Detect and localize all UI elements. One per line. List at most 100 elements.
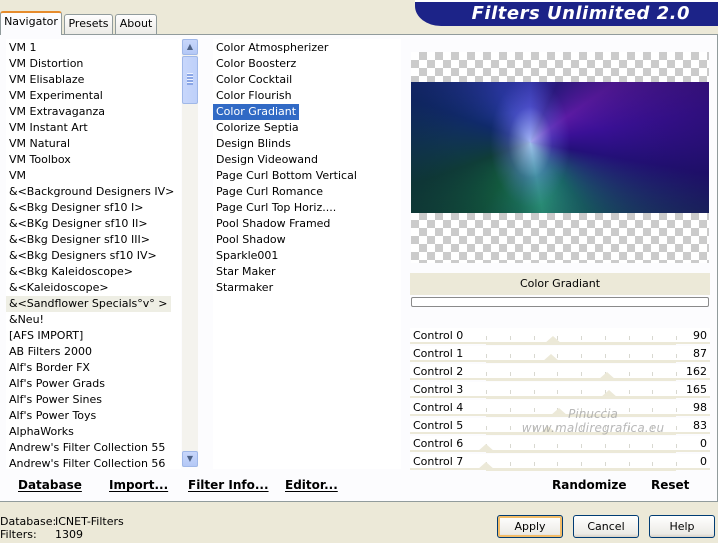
control-label: Control 0 (413, 329, 464, 342)
database-link[interactable]: Database (18, 478, 82, 492)
randomize-button[interactable]: Randomize (552, 478, 626, 492)
category-item[interactable]: VM Elisablaze (6, 72, 87, 88)
title-banner: Filters Unlimited 2.0 (415, 0, 718, 26)
filter-item[interactable]: Star Maker (213, 264, 279, 280)
control-row: Control 6 0 (410, 436, 710, 453)
control-slider[interactable] (486, 397, 676, 399)
filter-item[interactable]: Color Cocktail (213, 72, 295, 88)
chevron-up-icon[interactable]: ▲ (182, 39, 198, 55)
category-item[interactable]: &<Bkg Designers sf10 IV> (6, 248, 160, 264)
control-slider[interactable] (486, 379, 676, 381)
filter-item[interactable]: Design Blinds (213, 136, 294, 152)
filter-item[interactable]: Page Curl Top Horiz.... (213, 200, 339, 216)
filter-item[interactable]: Pool Shadow (213, 232, 289, 248)
control-row: Control 5 83 (410, 418, 710, 435)
filter-list[interactable]: Color Atmospherizer Color Boosterz Color C… (213, 39, 401, 469)
category-item[interactable]: &<Bkg Designer sf10 III> (6, 232, 153, 248)
slider-thumb[interactable] (599, 390, 618, 398)
category-item[interactable]: [AFS IMPORT] (6, 328, 86, 344)
slider-thumb[interactable] (477, 444, 495, 452)
import-link[interactable]: Import... (109, 478, 168, 492)
control-value: 90 (693, 329, 707, 342)
control-row: Control 1 87 (410, 346, 710, 363)
filter-item[interactable]: Design Videowand (213, 152, 321, 168)
slider-thumb[interactable] (538, 426, 557, 434)
category-item[interactable]: &<BKg Designer sf10 II> (6, 216, 151, 232)
slider-thumb[interactable] (550, 408, 569, 416)
filter-item[interactable]: Colorize Septia (213, 120, 302, 136)
chevron-down-icon[interactable]: ▼ (182, 451, 198, 467)
filter-item[interactable]: Color Atmospherizer (213, 40, 331, 56)
control-label: Control 5 (413, 419, 464, 432)
tab-presets[interactable]: Presets (64, 14, 113, 34)
category-item[interactable]: &<Bkg Designer sf10 I> (6, 200, 147, 216)
control-label: Control 1 (413, 347, 464, 360)
filters-count: 1309 (55, 528, 83, 541)
control-slider[interactable] (486, 415, 676, 417)
category-item[interactable]: Andrew's Filter Collection 56 (6, 456, 168, 472)
category-item[interactable]: Alf's Power Grads (6, 376, 108, 392)
slider-thumb[interactable] (597, 372, 616, 380)
control-slider[interactable] (486, 433, 676, 435)
filter-item[interactable]: Sparkle001 (213, 248, 281, 264)
database-label: Database: (0, 515, 57, 528)
filter-item[interactable]: Pool Shadow Framed (213, 216, 333, 232)
preview-image (411, 82, 709, 213)
category-item[interactable]: &Neu! (6, 312, 47, 328)
filter-item[interactable]: Page Curl Bottom Vertical (213, 168, 360, 184)
scroll-thumb[interactable] (182, 56, 198, 104)
control-value: 0 (700, 455, 707, 468)
category-item[interactable]: VM (6, 168, 29, 184)
category-item[interactable]: VM Toolbox (6, 152, 74, 168)
filter-item[interactable]: Starmaker (213, 280, 276, 296)
apply-button[interactable]: Apply (497, 515, 563, 538)
category-item[interactable]: VM Natural (6, 136, 73, 152)
filter-item[interactable]: Color Boosterz (213, 56, 299, 72)
filter-name-bar: Color Gradiant (410, 273, 710, 295)
control-row: Control 4 98 (410, 400, 710, 417)
slider-thumb[interactable] (541, 354, 560, 362)
category-list[interactable]: VM 1 VM Distortion VM Elisablaze VM Experim… (6, 39, 181, 472)
category-item[interactable]: AB Filters 2000 (6, 344, 95, 360)
control-value: 87 (693, 347, 707, 360)
control-slider[interactable] (486, 343, 676, 345)
selected-filter-name: Color Gradiant (519, 277, 601, 290)
control-value: 83 (693, 419, 707, 432)
control-value: 0 (700, 437, 707, 450)
editor-link[interactable]: Editor... (285, 478, 338, 492)
filter-item[interactable]: Color Gradiant (213, 104, 300, 120)
control-slider[interactable] (486, 451, 676, 453)
category-item[interactable]: VM 1 (6, 40, 40, 56)
app-title: Filters Unlimited 2.0 (471, 3, 690, 24)
category-item[interactable]: Alf's Border FX (6, 360, 93, 376)
help-button[interactable]: Help (649, 515, 715, 538)
filter-info-link[interactable]: Filter Info... (188, 478, 269, 492)
slider-thumb[interactable] (544, 336, 563, 344)
category-item[interactable]: AlphaWorks (6, 424, 77, 440)
slider-thumb[interactable] (477, 462, 495, 470)
category-item[interactable]: &<Sandflower Specials°v° > (6, 296, 171, 312)
filter-item[interactable]: Color Flourish (213, 88, 295, 104)
control-row: Control 7 0 (410, 454, 710, 471)
tab-about[interactable]: About (115, 14, 157, 34)
category-item[interactable]: VM Experimental (6, 88, 106, 104)
reset-button[interactable]: Reset (651, 478, 689, 492)
category-item[interactable]: Alf's Power Toys (6, 408, 99, 424)
category-item[interactable]: VM Instant Art (6, 120, 91, 136)
category-item[interactable]: Alf's Power Sines (6, 392, 105, 408)
cancel-button[interactable]: Cancel (573, 515, 639, 538)
category-item[interactable]: &<Bkg Kaleidoscope> (6, 264, 136, 280)
control-slider[interactable] (486, 361, 676, 363)
filters-label: Filters: (0, 528, 37, 541)
filter-item[interactable]: Page Curl Romance (213, 184, 326, 200)
category-scrollbar[interactable]: ▲ ▼ (182, 39, 198, 467)
control-label: Control 2 (413, 365, 464, 378)
category-item[interactable]: Andrew's Filter Collection 55 (6, 440, 168, 456)
category-item[interactable]: &<Kaleidoscope> (6, 280, 112, 296)
category-item[interactable]: VM Extravaganza (6, 104, 108, 120)
tab-navigator[interactable]: Navigator (0, 11, 62, 35)
category-item[interactable]: VM Distortion (6, 56, 86, 72)
category-item[interactable]: &<Background Designers IV> (6, 184, 177, 200)
control-label: Control 4 (413, 401, 464, 414)
control-slider[interactable] (486, 469, 676, 471)
